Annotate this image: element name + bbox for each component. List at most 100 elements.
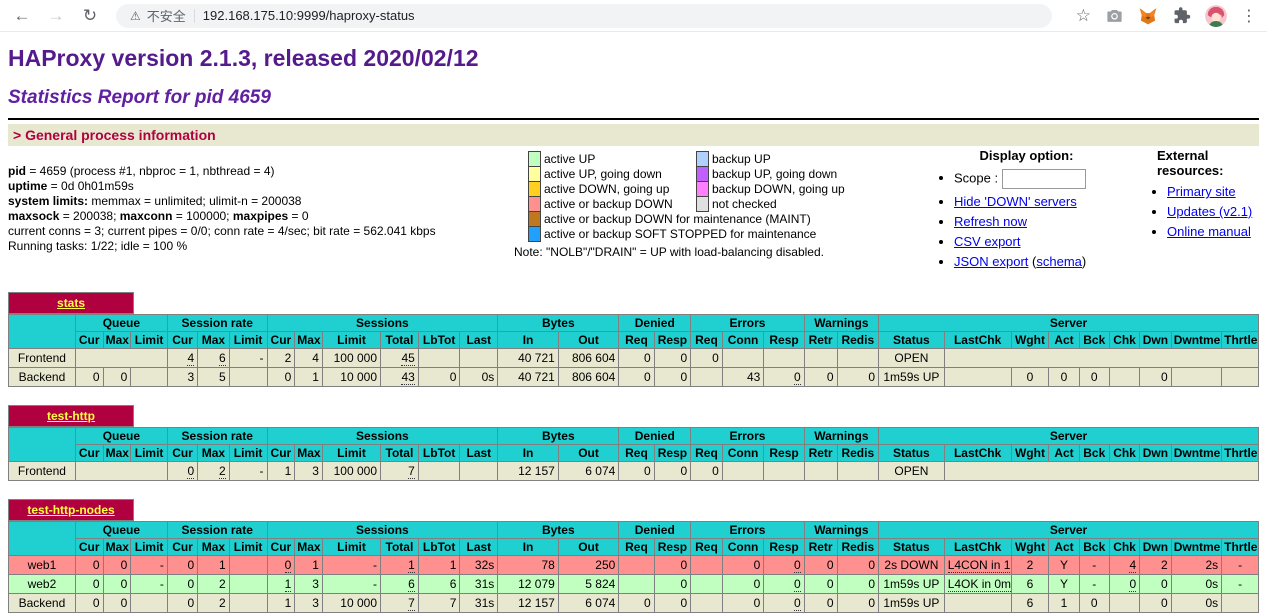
- stat-cell: 7: [381, 462, 419, 481]
- forward-icon[interactable]: →: [44, 6, 68, 26]
- stat-cell: [944, 594, 1011, 613]
- column-header: Thrtle: [1222, 332, 1259, 349]
- column-header: Dwntme: [1171, 539, 1221, 556]
- stat-cell: [460, 349, 498, 368]
- proxy-name-link[interactable]: test-http-nodes: [27, 503, 114, 517]
- table-row-frontend: Frontend46-24100 0004540 721806 604000OP…: [9, 349, 1259, 368]
- stat-cell: 40 721: [498, 368, 559, 387]
- column-header: Cur: [75, 332, 103, 349]
- column-header: In: [498, 332, 559, 349]
- row-name: Frontend: [9, 349, 76, 368]
- legend-row: active DOWN, going upbackup DOWN, going …: [529, 182, 848, 197]
- stat-cell: 3: [295, 594, 323, 613]
- updates-link[interactable]: Updates (v2.1): [1167, 204, 1252, 219]
- refresh-now-link[interactable]: Refresh now: [954, 214, 1027, 229]
- column-group-header: Server: [879, 522, 1259, 539]
- column-header: Limit: [322, 445, 380, 462]
- stat-cell: 2s: [1171, 556, 1221, 575]
- column-header: LastChk: [944, 445, 1011, 462]
- stat-cell: 5: [198, 368, 230, 387]
- stat-cell: [722, 462, 764, 481]
- stat-cell: [1222, 594, 1259, 613]
- stat-cell: 0: [619, 368, 654, 387]
- url-text[interactable]: 192.168.175.10:9999/haproxy-status: [203, 8, 415, 23]
- csv-export-link[interactable]: CSV export: [954, 234, 1020, 249]
- stat-cell: [131, 594, 168, 613]
- stat-cell: 2: [198, 594, 230, 613]
- row-name: Backend: [9, 368, 76, 387]
- proxy-name-link[interactable]: test-http: [47, 409, 95, 423]
- puzzle-extensions-icon[interactable]: [1172, 6, 1191, 25]
- stat-cell: 1: [418, 556, 460, 575]
- stat-cell: 3: [167, 368, 197, 387]
- column-header: Dwn: [1140, 539, 1172, 556]
- stat-cell: 10 000: [322, 368, 380, 387]
- legend-row: active or backup DOWNnot checked: [529, 197, 848, 212]
- column-group-header: Queue: [75, 315, 167, 332]
- proxy-name-link[interactable]: stats: [57, 296, 85, 310]
- column-header: Max: [295, 332, 323, 349]
- json-schema-link[interactable]: schema: [1036, 254, 1082, 269]
- stat-cell: 0: [619, 349, 654, 368]
- column-group-header: Warnings: [804, 522, 878, 539]
- url-separator: [194, 9, 195, 23]
- metamask-fox-icon[interactable]: [1138, 6, 1158, 26]
- json-export-link[interactable]: JSON export: [954, 254, 1028, 269]
- column-header: Req: [691, 539, 723, 556]
- column-header: Resp: [654, 445, 691, 462]
- column-header: Wght: [1011, 539, 1049, 556]
- primary-site-link[interactable]: Primary site: [1167, 184, 1236, 199]
- stat-cell: [418, 349, 460, 368]
- stats-table-stats: QueueSession rateSessionsBytesDeniedErro…: [8, 314, 1259, 387]
- column-header: Status: [879, 332, 945, 349]
- scope-input[interactable]: [1002, 169, 1086, 189]
- profile-avatar[interactable]: [1205, 5, 1227, 27]
- stat-cell: OPEN: [879, 349, 945, 368]
- back-icon[interactable]: ←: [10, 6, 34, 26]
- column-group-header: [9, 315, 76, 349]
- legend-label: active DOWN, going up: [541, 182, 697, 197]
- column-header: Dwn: [1140, 445, 1172, 462]
- column-group-header: [9, 522, 76, 556]
- column-header: Resp: [654, 332, 691, 349]
- column-group-header: Warnings: [804, 315, 878, 332]
- stat-cell: [1109, 368, 1139, 387]
- column-group-header: Queue: [75, 522, 167, 539]
- browser-menu-icon[interactable]: ⋮: [1241, 6, 1257, 26]
- hide-down-servers-link[interactable]: Hide 'DOWN' servers: [954, 194, 1077, 209]
- column-header: LbTot: [418, 445, 460, 462]
- table-row-web1: web100-0101-1132s78250000002s DOWNL4CON …: [9, 556, 1259, 575]
- stat-cell: 0: [167, 594, 197, 613]
- table-row-backend: Backend00021310 0007731s12 1576 07400000…: [9, 594, 1259, 613]
- stat-cell: 250: [558, 556, 619, 575]
- stat-cell: 0: [722, 556, 764, 575]
- online-manual-link[interactable]: Online manual: [1167, 224, 1251, 239]
- page-title[interactable]: HAProxy version 2.1.3, released 2020/02/…: [8, 45, 1259, 72]
- stat-cell: 78: [498, 556, 559, 575]
- stat-cell: 0: [1011, 368, 1049, 387]
- bookmark-icon[interactable]: ☆: [1076, 6, 1091, 26]
- column-header: Status: [879, 539, 945, 556]
- url-bar[interactable]: ⚠ 不安全 192.168.175.10:9999/haproxy-status: [116, 4, 1052, 28]
- column-header: Last: [460, 539, 498, 556]
- legend-swatch: [529, 152, 541, 167]
- reload-icon[interactable]: ↻: [78, 6, 102, 26]
- title-spacer: [134, 406, 1259, 427]
- process-info-line: uptime = 0d 0h01m59s: [8, 179, 528, 194]
- column-header: Total: [381, 445, 419, 462]
- row-name: web1: [9, 556, 76, 575]
- legend-row: active UP, going downbackup UP, going do…: [529, 167, 848, 182]
- warning-icon[interactable]: ⚠: [130, 9, 141, 23]
- column-header: LbTot: [418, 332, 460, 349]
- stat-cell: 4: [295, 349, 323, 368]
- stat-cell: [764, 462, 804, 481]
- stat-cell: 1: [198, 556, 230, 575]
- camera-icon[interactable]: [1105, 6, 1124, 25]
- process-info-line: pid = 4659 (process #1, nbproc = 1, nbth…: [8, 164, 528, 179]
- stat-cell: 0: [804, 368, 837, 387]
- stat-cell: 0: [75, 368, 103, 387]
- stat-cell: 0: [75, 556, 103, 575]
- legend-row: active or backup SOFT STOPPED for mainte…: [529, 227, 848, 242]
- stat-cell: [418, 462, 460, 481]
- legend-label: active or backup SOFT STOPPED for mainte…: [541, 227, 848, 242]
